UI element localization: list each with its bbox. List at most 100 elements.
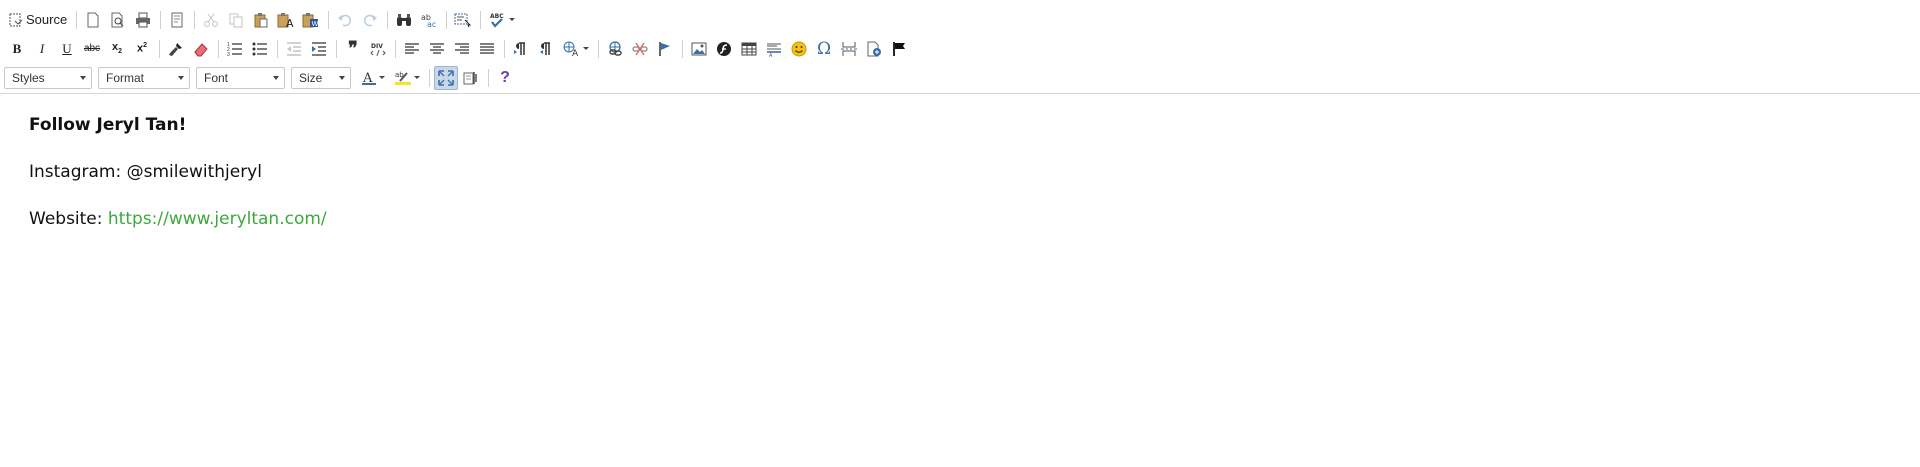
align-center-button[interactable] <box>425 37 449 61</box>
styles-dropdown-label: Styles <box>12 70 45 85</box>
iframe-button[interactable] <box>862 37 886 61</box>
increase-indent-button[interactable] <box>307 37 331 61</box>
chevron-down-icon <box>273 75 279 80</box>
font-dropdown-label: Font <box>204 70 229 85</box>
spellcheck-button[interactable]: ABC <box>485 8 519 32</box>
remove-format-button[interactable] <box>189 37 213 61</box>
link-button[interactable] <box>603 37 627 61</box>
copy-formatting-button[interactable] <box>164 37 188 61</box>
undo-button[interactable] <box>333 8 357 32</box>
image-icon <box>691 42 707 55</box>
source-button[interactable]: Source <box>5 8 71 32</box>
replace-button[interactable]: ab ac <box>417 8 441 32</box>
align-left-icon <box>405 42 419 54</box>
page-break-button[interactable] <box>837 37 861 61</box>
copy-icon <box>229 13 243 27</box>
numbered-list-button[interactable]: 123 <box>223 37 247 61</box>
strikethrough-button[interactable]: abc <box>80 37 104 61</box>
chevron-down-icon <box>509 18 516 21</box>
indent-icon <box>312 41 326 56</box>
cut-button[interactable] <box>199 8 223 32</box>
black-flag-button[interactable] <box>887 37 911 61</box>
redo-button[interactable] <box>358 8 382 32</box>
horizontal-rule-icon: A <box>767 43 781 57</box>
copy-button[interactable] <box>224 8 248 32</box>
highlight-color-icon: ab <box>395 71 411 85</box>
text-color-button[interactable]: A <box>357 66 389 90</box>
table-icon <box>741 42 757 55</box>
decrease-indent-button[interactable] <box>282 37 306 61</box>
smiley-button[interactable] <box>787 37 811 61</box>
blockquote-button[interactable]: ❞ <box>341 37 365 61</box>
bold-icon: B <box>12 40 22 56</box>
italic-button[interactable]: I <box>30 37 54 61</box>
editor-content[interactable]: Follow Jeryl Tan! Instagram: @smilewithj… <box>0 94 1920 230</box>
bulleted-list-button[interactable] <box>248 37 272 61</box>
chevron-down-icon <box>339 75 345 80</box>
source-label: Source <box>26 12 68 27</box>
find-button[interactable] <box>392 8 416 32</box>
background-color-button[interactable]: ab <box>390 66 424 90</box>
website-link[interactable]: https://www.jeryltan.com/ <box>108 209 327 229</box>
anchor-button[interactable] <box>653 37 677 61</box>
unlink-button[interactable] <box>628 37 652 61</box>
size-dropdown[interactable]: Size <box>291 66 351 89</box>
separator <box>76 10 78 29</box>
underline-button[interactable]: U <box>55 37 79 61</box>
text-direction-ltr-button[interactable] <box>509 37 533 61</box>
templates-icon <box>171 12 183 27</box>
separator <box>598 39 599 58</box>
heading-text: Follow Jeryl Tan! <box>29 115 187 135</box>
svg-text:DIV: DIV <box>371 43 383 50</box>
subscript-button[interactable]: x2 <box>105 37 129 61</box>
paste-text-icon: A <box>277 12 294 28</box>
instagram-line: Instagram: @smilewithjeryl <box>29 162 262 182</box>
preview-button[interactable] <box>106 8 130 32</box>
language-icon: A <box>563 41 579 57</box>
create-div-button[interactable]: DIV <box>366 37 390 61</box>
justify-button[interactable] <box>475 37 499 61</box>
unlink-icon <box>632 42 648 55</box>
black-flag-icon <box>893 41 905 56</box>
align-left-button[interactable] <box>400 37 424 61</box>
text-direction-rtl-button[interactable] <box>534 37 558 61</box>
separator <box>682 39 683 58</box>
numbered-list-icon: 123 <box>227 42 242 57</box>
superscript-button[interactable]: x2 <box>130 37 154 61</box>
styles-dropdown[interactable]: Styles <box>4 66 92 89</box>
ltr-icon <box>514 41 525 55</box>
paste-text-button[interactable]: A <box>274 8 298 32</box>
language-button[interactable]: A <box>559 37 593 61</box>
chevron-down-icon <box>583 47 589 50</box>
cut-icon <box>204 13 219 27</box>
separator <box>387 10 389 29</box>
special-char-button[interactable]: Ω <box>812 37 836 61</box>
svg-text:W: W <box>312 20 319 28</box>
chevron-down-icon <box>80 75 86 80</box>
underline-icon: U <box>62 40 72 56</box>
preview-icon <box>111 12 124 27</box>
align-center-icon <box>430 42 444 54</box>
paste-word-button[interactable]: W <box>299 8 323 32</box>
separator <box>395 39 396 58</box>
image-button[interactable] <box>687 37 711 61</box>
help-icon: ? <box>500 68 510 86</box>
binoculars-icon <box>397 13 412 26</box>
maximize-button[interactable] <box>434 65 458 90</box>
paste-button[interactable] <box>249 8 273 32</box>
font-dropdown[interactable]: Font <box>196 66 285 89</box>
select-all-button[interactable] <box>451 8 475 32</box>
table-button[interactable] <box>737 37 761 61</box>
new-page-button[interactable] <box>81 8 105 32</box>
show-blocks-button[interactable] <box>459 66 483 90</box>
bold-button[interactable]: B <box>5 37 29 61</box>
format-dropdown[interactable]: Format <box>98 66 190 89</box>
templates-button[interactable] <box>165 8 189 32</box>
align-right-button[interactable] <box>450 37 474 61</box>
print-button[interactable] <box>131 8 155 32</box>
website-line: Website: https://www.jeryltan.com/ <box>29 208 1920 230</box>
about-button[interactable]: ? <box>493 66 517 90</box>
horizontal-rule-button[interactable]: A <box>762 37 786 61</box>
bulleted-list-icon <box>252 42 267 55</box>
flash-button[interactable] <box>712 37 736 61</box>
